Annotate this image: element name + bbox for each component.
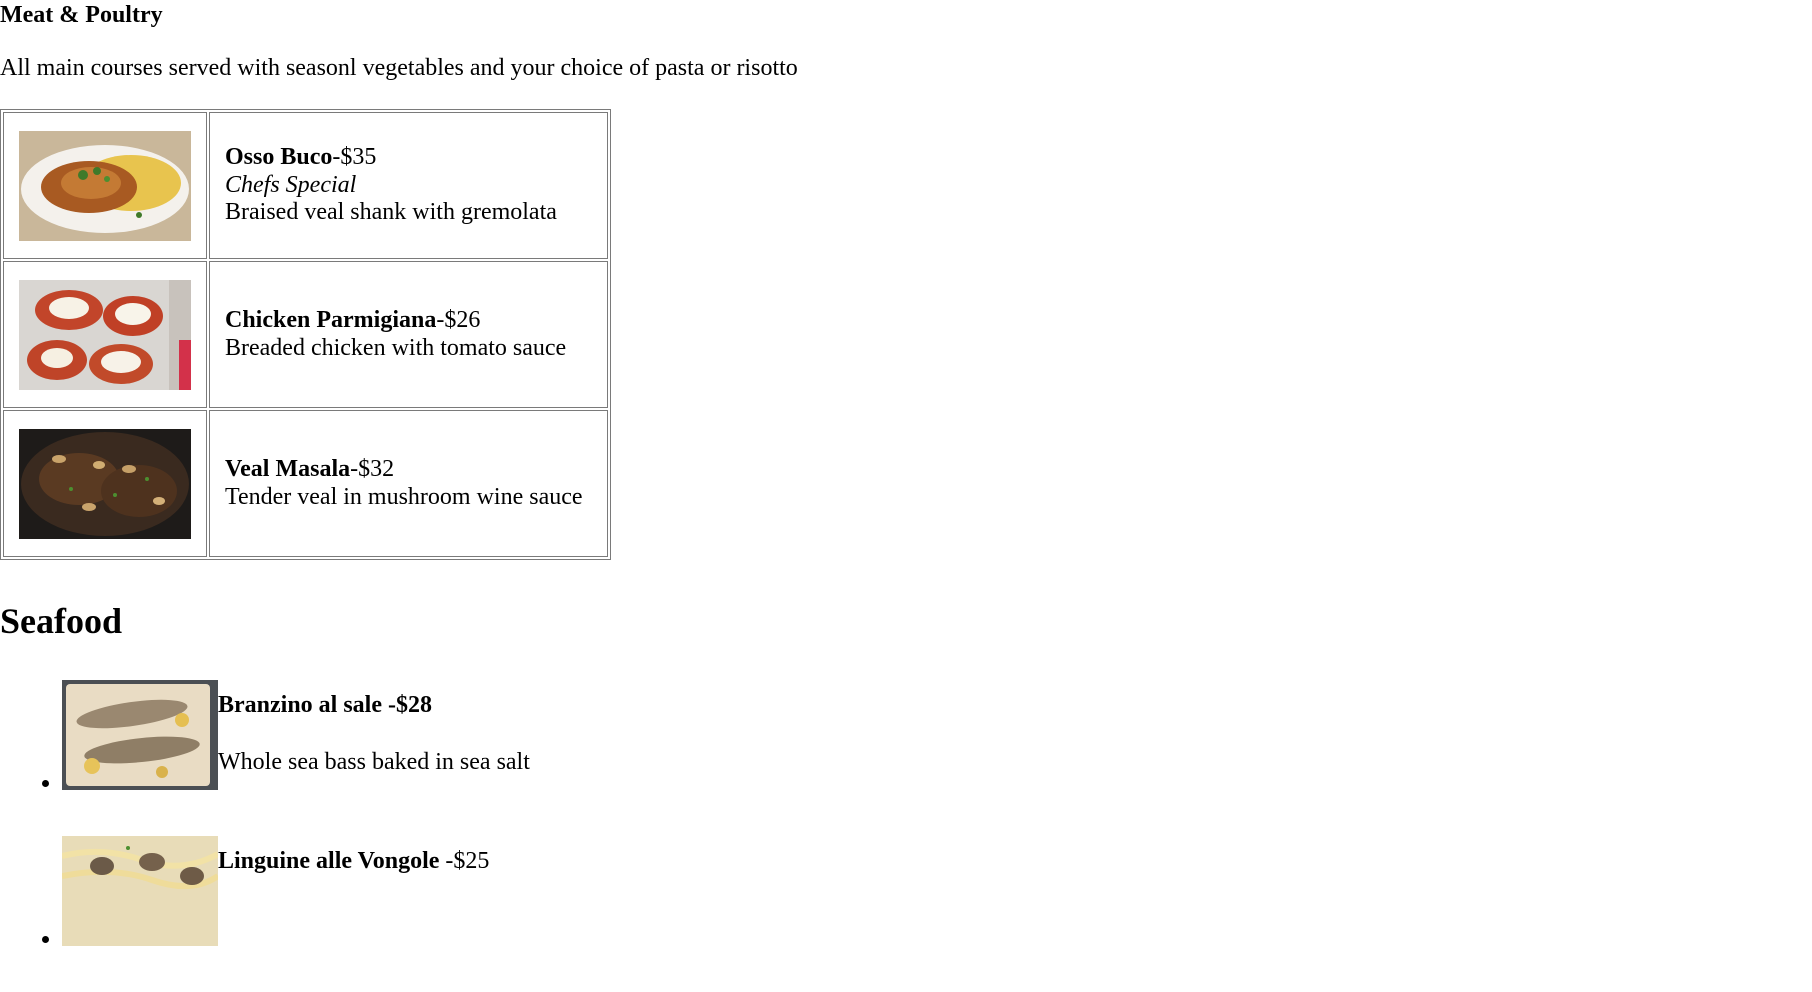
seafood-item-name: Linguine alle Vongole bbox=[218, 848, 440, 874]
dish-text-cell: Veal Masala-$32 Tender veal in mushroom … bbox=[209, 410, 608, 557]
dish-image-cell bbox=[3, 261, 207, 408]
dish-image-cell bbox=[3, 410, 207, 557]
seafood-item-row: Linguine alle Vongole -$25 bbox=[62, 836, 530, 946]
dish-special-tag: Chefs Special bbox=[225, 171, 357, 198]
table-row: Osso Buco-$35 Chefs Special Braised veal… bbox=[3, 112, 608, 259]
osso-buco-photo bbox=[19, 130, 191, 241]
seafood-item-name: Branzino al sale -$28 bbox=[218, 692, 432, 718]
seafood-item-text: Linguine alle Vongole -$25 bbox=[218, 836, 489, 876]
seafood-list: Branzino al sale -$28 Whole sea bass bak… bbox=[0, 680, 530, 992]
seafood-item-price: -$25 bbox=[439, 848, 490, 874]
dish-image-cell bbox=[3, 112, 207, 259]
list-item: Linguine alle Vongole -$25 bbox=[62, 836, 530, 992]
dish-name: Veal Masala bbox=[225, 455, 351, 482]
dish-price: -$26 bbox=[436, 306, 481, 333]
chicken-parmigiana-photo bbox=[19, 279, 191, 390]
list-item: Branzino al sale -$28 Whole sea bass bak… bbox=[62, 680, 530, 836]
seafood-item-text: Branzino al sale -$28 Whole sea bass bak… bbox=[218, 680, 530, 776]
dish-name: Osso Buco bbox=[225, 144, 333, 171]
dish-description: Breaded chicken with tomato sauce bbox=[225, 334, 567, 361]
dish-price: -$32 bbox=[350, 455, 395, 482]
dish-name: Chicken Parmigiana bbox=[225, 306, 437, 333]
veal-masala-photo bbox=[19, 428, 191, 539]
dish-text-cell: Chicken Parmigiana-$26 Breaded chicken w… bbox=[209, 261, 608, 408]
seafood-item-description: Whole sea bass baked in sea salt bbox=[218, 748, 530, 775]
branzino-photo bbox=[62, 680, 218, 790]
dish-text-cell: Osso Buco-$35 Chefs Special Braised veal… bbox=[209, 112, 608, 259]
meat-intro-text: All main courses served with seasonl veg… bbox=[0, 55, 798, 81]
dish-description: Tender veal in mushroom wine sauce bbox=[225, 483, 583, 510]
seafood-heading: Seafood bbox=[0, 601, 123, 641]
table-row: Chicken Parmigiana-$26 Breaded chicken w… bbox=[3, 261, 608, 408]
dish-description: Braised veal shank with gremolata bbox=[225, 199, 557, 226]
dish-price: -$35 bbox=[332, 144, 377, 171]
meat-menu-table: Osso Buco-$35 Chefs Special Braised veal… bbox=[0, 109, 611, 560]
seafood-item-row: Branzino al sale -$28 Whole sea bass bak… bbox=[62, 680, 530, 790]
table-row: Veal Masala-$32 Tender veal in mushroom … bbox=[3, 410, 608, 557]
linguine-vongole-photo bbox=[62, 836, 218, 946]
meat-poultry-heading: Meat & Poultry bbox=[0, 2, 163, 28]
